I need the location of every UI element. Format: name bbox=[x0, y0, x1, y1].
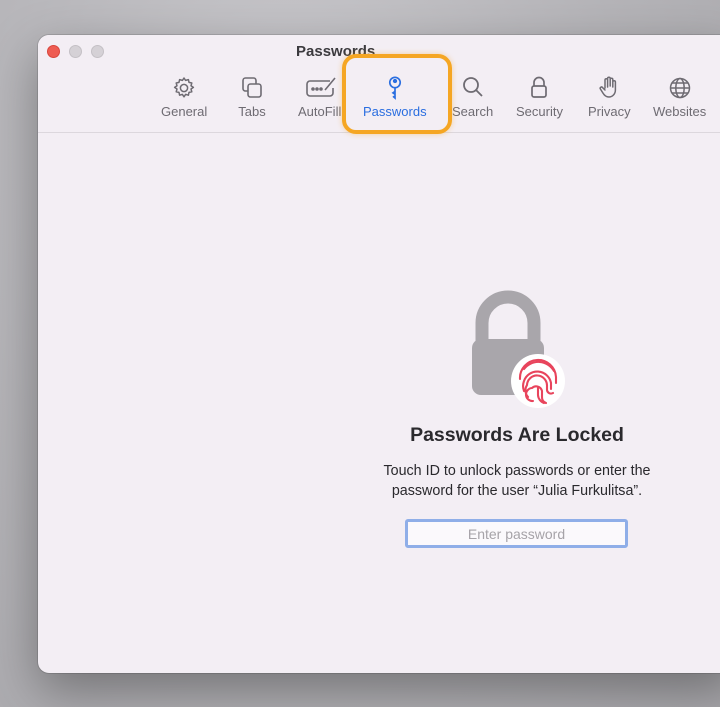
locked-description-line-1: Touch ID to unlock passwords or enter th… bbox=[383, 463, 651, 479]
tab-privacy[interactable]: Privacy bbox=[588, 72, 631, 122]
tab-autofill-label: AutoFill bbox=[298, 104, 342, 119]
titlebar: Passwords General Tabs AutoFill Password… bbox=[38, 35, 720, 133]
tab-privacy-label: Privacy bbox=[588, 104, 631, 119]
tab-websites-label: Websites bbox=[653, 104, 707, 119]
tab-security-label: Security bbox=[516, 104, 563, 119]
tab-security[interactable]: Security bbox=[516, 72, 563, 122]
locked-description-line-2: password for the user “Julia Furkulitsa”… bbox=[391, 483, 643, 499]
tab-search[interactable]: Search bbox=[452, 72, 493, 122]
tab-tabs-label: Tabs bbox=[238, 104, 266, 119]
autofill-icon bbox=[305, 77, 336, 97]
hand-icon bbox=[599, 76, 617, 98]
tab-general-label: General bbox=[161, 104, 208, 119]
tab-tabs[interactable]: Tabs bbox=[238, 72, 266, 122]
preferences-toolbar: General Tabs AutoFill Passwords Search S… bbox=[38, 68, 720, 124]
search-icon bbox=[462, 77, 483, 97]
tab-autofill[interactable]: AutoFill bbox=[298, 72, 341, 122]
tab-passwords[interactable]: Passwords bbox=[356, 68, 434, 123]
globe-icon bbox=[669, 77, 690, 99]
key-icon bbox=[388, 76, 401, 100]
tab-search-label: Search bbox=[452, 104, 494, 119]
gear-icon bbox=[173, 77, 195, 98]
locked-title: Passwords Are Locked bbox=[410, 424, 624, 446]
lock-icon bbox=[531, 76, 548, 98]
tab-passwords-label: Passwords bbox=[363, 104, 427, 119]
tabs-icon bbox=[242, 77, 262, 98]
preferences-window: Passwords General Tabs AutoFill Password… bbox=[38, 35, 720, 673]
password-input[interactable] bbox=[405, 519, 628, 548]
locked-description: Touch ID to unlock passwords or enter th… bbox=[338, 461, 696, 501]
tab-websites[interactable]: Websites bbox=[653, 72, 706, 122]
passwords-pane: Passwords Are Locked Touch ID to unlock … bbox=[38, 133, 720, 673]
tab-general[interactable]: General bbox=[161, 72, 207, 122]
window-title: Passwords bbox=[296, 43, 376, 60]
locked-padlock-icon bbox=[472, 290, 565, 408]
